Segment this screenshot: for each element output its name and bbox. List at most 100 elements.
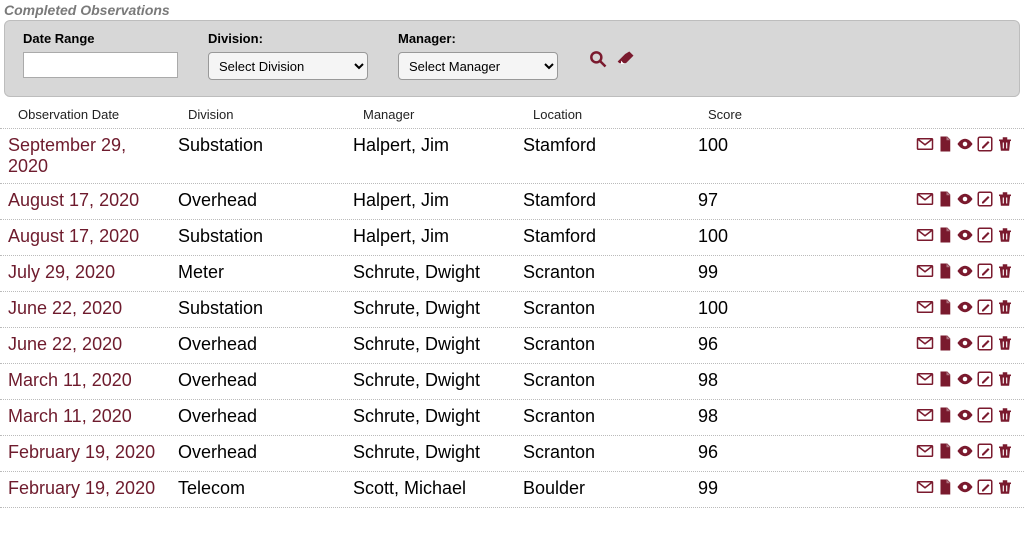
envelope-icon[interactable]	[916, 370, 934, 388]
cell-manager: Schrute, Dwight	[353, 406, 523, 427]
table-row: February 19, 2020OverheadSchrute, Dwight…	[0, 436, 1024, 472]
trash-icon[interactable]	[996, 298, 1014, 316]
table-row: July 29, 2020MeterSchrute, DwightScranto…	[0, 256, 1024, 292]
eye-icon[interactable]	[956, 334, 974, 352]
cell-date[interactable]: June 22, 2020	[8, 334, 178, 355]
file-pdf-icon[interactable]	[936, 298, 954, 316]
table-row: June 22, 2020OverheadSchrute, DwightScra…	[0, 328, 1024, 364]
cell-date[interactable]: September 29, 2020	[8, 135, 178, 177]
eye-icon[interactable]	[956, 226, 974, 244]
row-actions	[818, 190, 1024, 213]
edit-icon[interactable]	[976, 406, 994, 424]
table-row: August 17, 2020OverheadHalpert, JimStamf…	[0, 184, 1024, 220]
edit-icon[interactable]	[976, 442, 994, 460]
table-row: September 29, 2020SubstationHalpert, Jim…	[0, 128, 1024, 184]
envelope-icon[interactable]	[916, 135, 934, 153]
file-pdf-icon[interactable]	[936, 190, 954, 208]
envelope-icon[interactable]	[916, 478, 934, 496]
trash-icon[interactable]	[996, 406, 1014, 424]
trash-icon[interactable]	[996, 226, 1014, 244]
eye-icon[interactable]	[956, 406, 974, 424]
col-header-division[interactable]: Division	[188, 107, 363, 122]
eye-icon[interactable]	[956, 190, 974, 208]
envelope-icon[interactable]	[916, 226, 934, 244]
file-pdf-icon[interactable]	[936, 226, 954, 244]
file-pdf-icon[interactable]	[936, 442, 954, 460]
edit-icon[interactable]	[976, 478, 994, 496]
cell-date[interactable]: August 17, 2020	[8, 226, 178, 247]
file-pdf-icon[interactable]	[936, 135, 954, 153]
edit-icon[interactable]	[976, 135, 994, 153]
file-pdf-icon[interactable]	[936, 334, 954, 352]
file-pdf-icon[interactable]	[936, 370, 954, 388]
filter-division: Division: Select Division	[208, 31, 368, 80]
cell-location: Scranton	[523, 262, 698, 283]
cell-score: 99	[698, 478, 818, 499]
date-range-input[interactable]	[23, 52, 178, 78]
trash-icon[interactable]	[996, 190, 1014, 208]
trash-icon[interactable]	[996, 370, 1014, 388]
eye-icon[interactable]	[956, 135, 974, 153]
edit-icon[interactable]	[976, 262, 994, 280]
row-actions	[818, 334, 1024, 357]
manager-select[interactable]: Select Manager	[398, 52, 558, 80]
envelope-icon[interactable]	[916, 406, 934, 424]
search-icon[interactable]	[588, 49, 608, 69]
cell-date[interactable]: August 17, 2020	[8, 190, 178, 211]
eye-icon[interactable]	[956, 370, 974, 388]
envelope-icon[interactable]	[916, 190, 934, 208]
envelope-icon[interactable]	[916, 442, 934, 460]
cell-score: 98	[698, 406, 818, 427]
edit-icon[interactable]	[976, 370, 994, 388]
eye-icon[interactable]	[956, 298, 974, 316]
cell-location: Scranton	[523, 298, 698, 319]
cell-division: Overhead	[178, 190, 353, 211]
cell-date[interactable]: July 29, 2020	[8, 262, 178, 283]
envelope-icon[interactable]	[916, 262, 934, 280]
cell-manager: Halpert, Jim	[353, 135, 523, 156]
cell-date[interactable]: February 19, 2020	[8, 478, 178, 499]
trash-icon[interactable]	[996, 262, 1014, 280]
file-pdf-icon[interactable]	[936, 478, 954, 496]
edit-icon[interactable]	[976, 298, 994, 316]
cell-manager: Halpert, Jim	[353, 226, 523, 247]
trash-icon[interactable]	[996, 442, 1014, 460]
cell-division: Substation	[178, 135, 353, 156]
edit-icon[interactable]	[976, 226, 994, 244]
cell-manager: Schrute, Dwight	[353, 262, 523, 283]
cell-manager: Schrute, Dwight	[353, 298, 523, 319]
trash-icon[interactable]	[996, 135, 1014, 153]
table-row: June 22, 2020SubstationSchrute, DwightSc…	[0, 292, 1024, 328]
eraser-icon[interactable]	[616, 49, 636, 69]
row-actions	[818, 478, 1024, 501]
eye-icon[interactable]	[956, 442, 974, 460]
cell-score: 100	[698, 135, 818, 156]
edit-icon[interactable]	[976, 190, 994, 208]
file-pdf-icon[interactable]	[936, 406, 954, 424]
edit-icon[interactable]	[976, 334, 994, 352]
envelope-icon[interactable]	[916, 334, 934, 352]
col-header-location[interactable]: Location	[533, 107, 708, 122]
cell-date[interactable]: February 19, 2020	[8, 442, 178, 463]
column-headers: Observation Date Division Manager Locati…	[0, 97, 1024, 128]
trash-icon[interactable]	[996, 478, 1014, 496]
eye-icon[interactable]	[956, 262, 974, 280]
cell-location: Scranton	[523, 370, 698, 391]
division-select[interactable]: Select Division	[208, 52, 368, 80]
trash-icon[interactable]	[996, 334, 1014, 352]
cell-division: Overhead	[178, 442, 353, 463]
file-pdf-icon[interactable]	[936, 262, 954, 280]
col-header-manager[interactable]: Manager	[363, 107, 533, 122]
table-row: February 19, 2020TelecomScott, MichaelBo…	[0, 472, 1024, 508]
cell-date[interactable]: June 22, 2020	[8, 298, 178, 319]
col-header-date[interactable]: Observation Date	[18, 107, 188, 122]
cell-division: Overhead	[178, 370, 353, 391]
row-actions	[818, 135, 1024, 158]
cell-date[interactable]: March 11, 2020	[8, 370, 178, 391]
eye-icon[interactable]	[956, 478, 974, 496]
col-header-score[interactable]: Score	[708, 107, 828, 122]
cell-location: Stamford	[523, 135, 698, 156]
envelope-icon[interactable]	[916, 298, 934, 316]
cell-date[interactable]: March 11, 2020	[8, 406, 178, 427]
cell-manager: Schrute, Dwight	[353, 370, 523, 391]
